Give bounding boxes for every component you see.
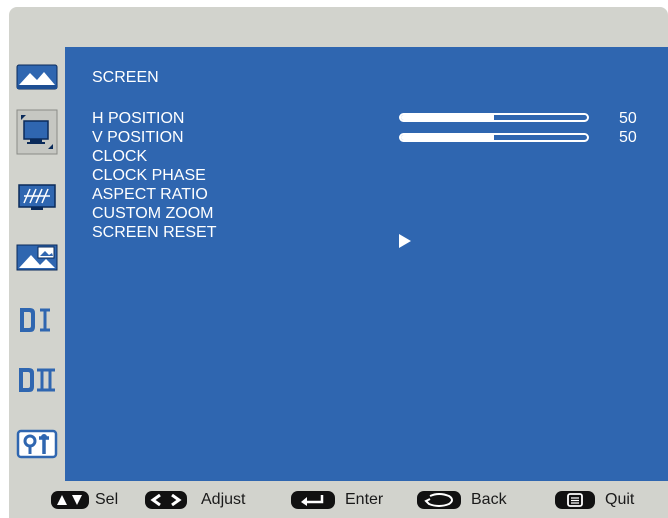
v-position-slider[interactable] xyxy=(399,133,589,142)
menu-item-h-position[interactable]: H POSITION xyxy=(92,110,184,128)
menu-key-icon xyxy=(555,491,595,509)
v-position-slider-fill xyxy=(401,135,494,140)
hint-select: Sel xyxy=(51,489,118,511)
hint-enter: Enter xyxy=(291,489,383,511)
menu-item-clock[interactable]: CLOCK xyxy=(92,148,147,166)
picture-icon[interactable] xyxy=(16,63,58,93)
configuration-one-icon[interactable] xyxy=(16,305,58,335)
v-position-value: 50 xyxy=(619,129,637,146)
footer-key-guide: Sel Adjust Enter Back Quit xyxy=(9,481,668,518)
audio-icon[interactable] xyxy=(16,183,58,213)
hint-back-label: Back xyxy=(471,491,507,508)
hint-select-label: Sel xyxy=(95,491,119,508)
hint-adjust-label: Adjust xyxy=(201,491,246,508)
advanced-option-icon[interactable] xyxy=(16,429,58,459)
play-arrow-icon[interactable] xyxy=(399,234,411,248)
back-key-icon xyxy=(417,491,461,509)
page-title: SCREEN xyxy=(92,69,159,86)
h-position-value: 50 xyxy=(619,110,637,127)
hint-back: Back xyxy=(417,489,507,511)
menu-item-v-position[interactable]: V POSITION xyxy=(92,129,184,147)
screen-icon[interactable] xyxy=(16,109,58,155)
pip-icon[interactable] xyxy=(16,243,58,273)
osd-menu: SCREEN H POSITION 50 V POSITION 50 CLOCK… xyxy=(9,7,668,518)
h-position-slider[interactable] xyxy=(399,113,589,122)
menu-item-clock-phase[interactable]: CLOCK PHASE xyxy=(92,167,206,185)
sidebar xyxy=(9,47,65,481)
menu-item-screen-reset[interactable]: SCREEN RESET xyxy=(92,224,216,242)
enter-key-icon xyxy=(291,491,335,509)
menu-panel: SCREEN H POSITION 50 V POSITION 50 CLOCK… xyxy=(65,47,668,481)
hint-adjust: Adjust xyxy=(145,489,245,511)
hint-enter-label: Enter xyxy=(345,491,384,508)
menu-item-aspect-ratio[interactable]: ASPECT RATIO xyxy=(92,186,208,204)
left-right-keys-icon xyxy=(145,491,187,509)
hint-quit-label: Quit xyxy=(605,491,635,508)
up-down-keys-icon xyxy=(51,491,89,509)
title-bar xyxy=(9,7,668,47)
hint-quit: Quit xyxy=(555,489,634,511)
menu-item-custom-zoom[interactable]: CUSTOM ZOOM xyxy=(92,205,213,223)
h-position-slider-fill xyxy=(401,115,494,120)
configuration-two-icon[interactable] xyxy=(16,365,58,395)
